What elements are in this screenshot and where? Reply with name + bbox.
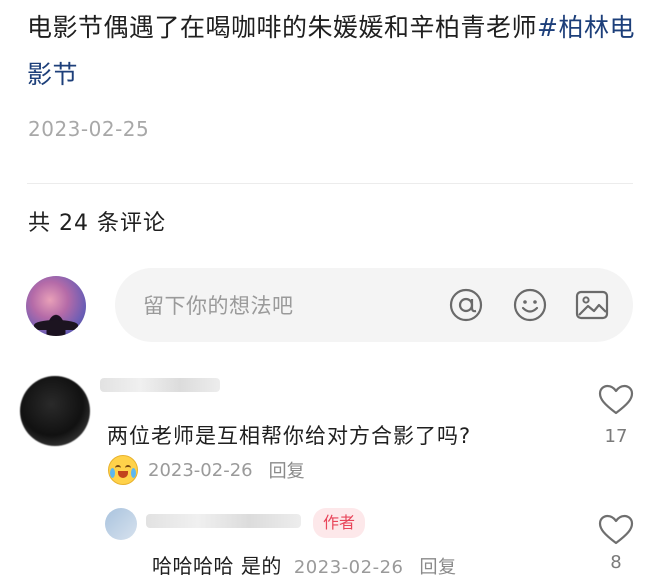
- post-date: 2023-02-25: [28, 117, 150, 141]
- reply-content: 哈哈哈哈 是的 2023-02-26 回复: [152, 550, 456, 579]
- reply-like[interactable]: 8: [596, 514, 636, 573]
- comment-text: 两位老师是互相帮你给对方合影了吗?: [107, 424, 472, 448]
- crying-laughing-emoji-icon: [108, 455, 138, 485]
- comment-like-count: 17: [604, 426, 628, 447]
- reply-author-avatar[interactable]: [105, 508, 137, 540]
- comment-date: 2023-02-26: [148, 459, 253, 481]
- comment-reply-button[interactable]: 回复: [269, 457, 305, 483]
- reply-reply-button[interactable]: 回复: [419, 553, 456, 579]
- commenter-name-blurred[interactable]: [100, 378, 220, 392]
- image-icon[interactable]: [574, 287, 610, 323]
- author-badge: 作者: [313, 508, 366, 538]
- reply-text: 哈哈哈哈 是的: [152, 554, 282, 578]
- post-body: 电影节偶遇了在喝咖啡的朱媛媛和辛柏青老师#柏林电影节: [27, 4, 642, 98]
- post-text: 电影节偶遇了在喝咖啡的朱媛媛和辛柏青老师: [27, 13, 538, 42]
- comment-meta: 2023-02-26 回复: [108, 455, 305, 485]
- reply-like-count: 8: [610, 552, 622, 573]
- mention-icon[interactable]: [448, 287, 484, 323]
- divider: [27, 183, 633, 184]
- reply-author-name-blurred[interactable]: [146, 514, 301, 528]
- comment-like[interactable]: 17: [596, 384, 636, 447]
- heart-icon: [598, 514, 634, 545]
- reply-date: 2023-02-26: [293, 557, 404, 578]
- heart-icon: [598, 384, 634, 415]
- comments-count: 共 24 条评论: [28, 211, 166, 236]
- comment-input[interactable]: 留下你的想法吧: [115, 268, 633, 342]
- emoji-icon[interactable]: [512, 287, 548, 323]
- current-user-avatar[interactable]: [26, 276, 86, 336]
- commenter-avatar[interactable]: [20, 376, 90, 446]
- comment-input-placeholder: 留下你的想法吧: [143, 294, 294, 318]
- avatar-silhouette: [34, 320, 78, 330]
